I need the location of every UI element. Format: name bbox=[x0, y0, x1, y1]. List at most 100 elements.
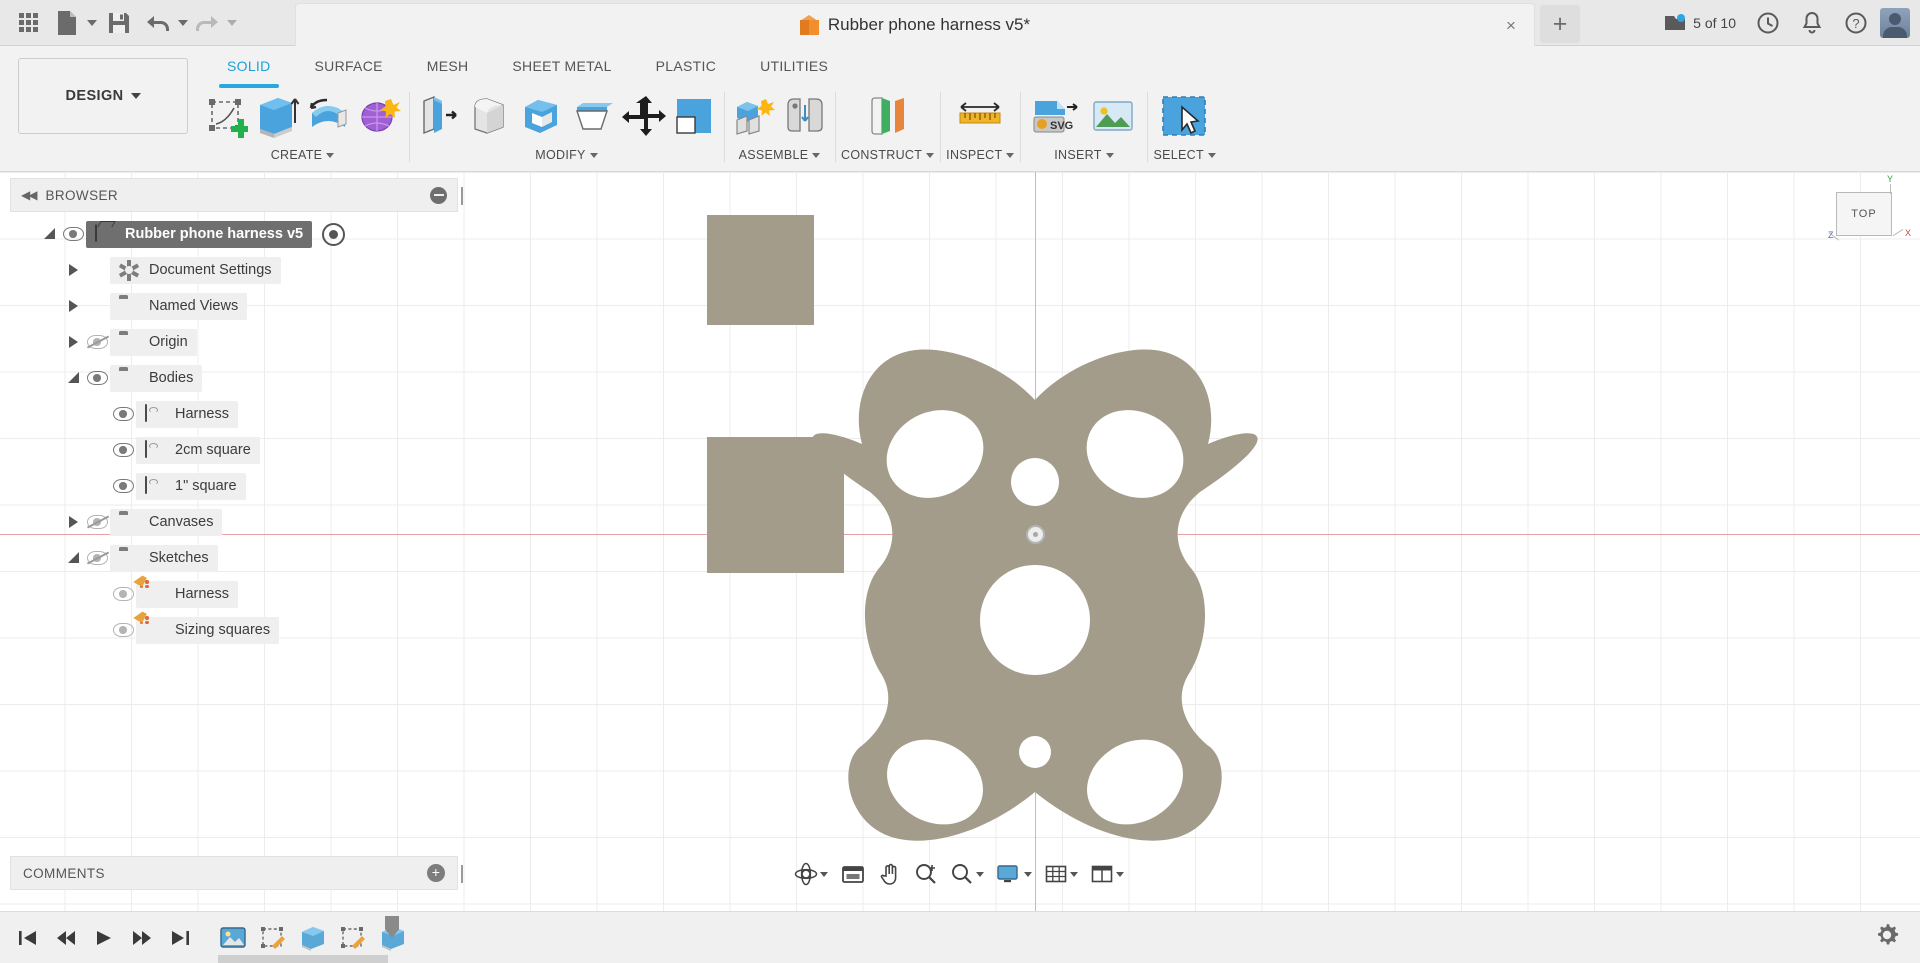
timeline-feature-sketch-1[interactable] bbox=[254, 919, 292, 957]
timeline-play-button[interactable] bbox=[86, 920, 122, 956]
tab-solid[interactable]: SOLID bbox=[205, 54, 293, 88]
zoom-window-caret-icon[interactable] bbox=[976, 871, 984, 877]
orbit-caret-icon[interactable] bbox=[820, 871, 828, 877]
panel-insert-label[interactable]: INSERT bbox=[1054, 148, 1114, 162]
tree-label-document-settings[interactable]: Document Settings bbox=[110, 256, 281, 284]
view-cube[interactable]: TOP Y X Z bbox=[1820, 174, 1912, 266]
visibility-eye-icon[interactable] bbox=[110, 479, 136, 493]
new-tab-button[interactable]: + bbox=[1540, 5, 1580, 43]
draft-button[interactable] bbox=[568, 88, 616, 144]
visibility-eye-dim-icon[interactable] bbox=[110, 587, 136, 601]
visibility-eye-icon[interactable] bbox=[60, 227, 86, 241]
twisty-open-icon[interactable] bbox=[62, 551, 84, 564]
tree-label-bodies[interactable]: Bodies bbox=[110, 364, 203, 392]
extrude-button[interactable] bbox=[253, 88, 301, 144]
tree-row-root[interactable]: Rubber phone harness v5 bbox=[10, 216, 458, 252]
new-file-dropdown-caret[interactable] bbox=[87, 19, 97, 26]
timeline-end-button[interactable] bbox=[162, 920, 198, 956]
timeline-begin-button[interactable] bbox=[10, 920, 46, 956]
tree-row-sketch-sizing-squares[interactable]: Sizing squares bbox=[10, 608, 458, 648]
timeline-scroll-track[interactable] bbox=[218, 955, 388, 963]
tree-row-body-harness[interactable]: Harness bbox=[10, 396, 458, 432]
tree-row-body-2cm-square[interactable]: 2cm square bbox=[10, 432, 458, 468]
tree-row-origin[interactable]: Origin bbox=[10, 324, 458, 360]
grid-snaps-button[interactable] bbox=[1039, 858, 1083, 890]
root-target-icon[interactable] bbox=[322, 222, 346, 246]
browser-minimize-icon[interactable] bbox=[430, 186, 447, 204]
tree-row-canvases[interactable]: Canvases bbox=[10, 504, 458, 540]
bell-icon[interactable] bbox=[1792, 3, 1832, 43]
tree-row-named-views[interactable]: Named Views bbox=[10, 288, 458, 324]
twisty-open-icon[interactable] bbox=[62, 371, 84, 384]
panel-construct-label[interactable]: CONSTRUCT bbox=[841, 148, 935, 162]
visibility-eye-hidden-icon[interactable] bbox=[84, 515, 110, 529]
tree-label-root[interactable]: Rubber phone harness v5 bbox=[86, 220, 313, 248]
tree-row-body-1inch-square[interactable]: 1" square bbox=[10, 468, 458, 504]
undo-dropdown-caret[interactable] bbox=[178, 19, 188, 26]
tree-row-sketches[interactable]: Sketches bbox=[10, 540, 458, 576]
panel-assemble-label[interactable]: ASSEMBLE bbox=[739, 148, 821, 162]
visibility-eye-dim-icon[interactable] bbox=[110, 623, 136, 637]
viewports-caret-icon[interactable] bbox=[1116, 871, 1124, 877]
browser-resize-grip[interactable] bbox=[461, 187, 463, 205]
zoom-window-button[interactable] bbox=[945, 858, 989, 890]
panel-inspect-label[interactable]: INSPECT bbox=[946, 148, 1015, 162]
orbit-button[interactable] bbox=[789, 858, 833, 890]
visibility-eye-hidden-icon[interactable] bbox=[84, 335, 110, 349]
tree-row-document-settings[interactable]: Document Settings bbox=[10, 252, 458, 288]
fillet-button[interactable] bbox=[466, 88, 514, 144]
tree-label-origin[interactable]: Origin bbox=[110, 328, 197, 356]
jobs-status-button[interactable]: 5 of 10 bbox=[1655, 3, 1744, 43]
timeline-feature-canvas[interactable] bbox=[214, 919, 252, 957]
new-file-icon[interactable] bbox=[50, 3, 84, 43]
insert-svg-button[interactable]: SVG bbox=[1026, 88, 1082, 144]
twisty-closed-icon[interactable] bbox=[62, 336, 84, 348]
redo-dropdown-caret[interactable] bbox=[227, 19, 237, 26]
visibility-eye-icon[interactable] bbox=[110, 407, 136, 421]
display-settings-button[interactable] bbox=[991, 858, 1037, 890]
document-tab[interactable]: Rubber phone harness v5* × bbox=[295, 3, 1535, 46]
measure-button[interactable] bbox=[952, 88, 1008, 144]
collapse-left-icon[interactable]: ◀◀ bbox=[21, 188, 38, 202]
timeline-step-back-button[interactable] bbox=[48, 920, 84, 956]
tab-plastic[interactable]: PLASTIC bbox=[634, 54, 738, 78]
tab-sheet-metal[interactable]: SHEET METAL bbox=[490, 54, 633, 78]
tree-label-body-harness[interactable]: Harness bbox=[136, 400, 238, 428]
add-comment-icon[interactable]: + bbox=[427, 864, 445, 882]
settings-gear-icon[interactable] bbox=[1872, 920, 1906, 954]
panel-modify-label[interactable]: MODIFY bbox=[535, 148, 598, 162]
grid-snaps-caret-icon[interactable] bbox=[1070, 871, 1078, 877]
grid-apps-icon[interactable] bbox=[8, 3, 48, 43]
timeline-step-forward-button[interactable] bbox=[124, 920, 160, 956]
redo-icon[interactable] bbox=[190, 3, 224, 43]
close-tab-icon[interactable]: × bbox=[1502, 17, 1520, 35]
origin-point[interactable] bbox=[1026, 525, 1045, 544]
twisty-open-icon[interactable] bbox=[38, 227, 60, 240]
tab-mesh[interactable]: MESH bbox=[405, 54, 491, 78]
tree-label-canvases[interactable]: Canvases bbox=[110, 508, 223, 536]
display-settings-caret-icon[interactable] bbox=[1024, 871, 1032, 877]
tree-label-body-1inch-square[interactable]: 1" square bbox=[136, 472, 246, 500]
visibility-eye-icon[interactable] bbox=[110, 443, 136, 457]
tree-row-bodies[interactable]: Bodies bbox=[10, 360, 458, 396]
revolve-button[interactable] bbox=[304, 88, 352, 144]
panel-create-label[interactable]: CREATE bbox=[271, 148, 335, 162]
tab-surface[interactable]: SURFACE bbox=[293, 54, 405, 78]
save-icon[interactable] bbox=[99, 3, 139, 43]
visibility-eye-icon[interactable] bbox=[84, 371, 110, 385]
tree-label-body-2cm-square[interactable]: 2cm square bbox=[136, 436, 260, 464]
user-avatar[interactable] bbox=[1880, 8, 1910, 38]
zoom-button[interactable] bbox=[909, 858, 943, 890]
move-copy-button[interactable] bbox=[619, 88, 667, 144]
pan-hand-button[interactable] bbox=[873, 858, 907, 890]
select-tool-button[interactable] bbox=[1157, 88, 1213, 144]
twisty-closed-icon[interactable] bbox=[62, 264, 84, 276]
tree-row-sketch-harness[interactable]: Harness bbox=[10, 572, 458, 612]
shell-button[interactable] bbox=[517, 88, 565, 144]
tree-label-sketches[interactable]: Sketches bbox=[110, 544, 218, 572]
tree-label-sketch-sizing-squares[interactable]: Sizing squares bbox=[133, 608, 280, 644]
panel-select-label[interactable]: SELECT bbox=[1153, 148, 1216, 162]
view-cube-face-top[interactable]: TOP bbox=[1836, 192, 1892, 236]
align-button[interactable] bbox=[670, 88, 718, 144]
offset-plane-button[interactable] bbox=[860, 88, 916, 144]
